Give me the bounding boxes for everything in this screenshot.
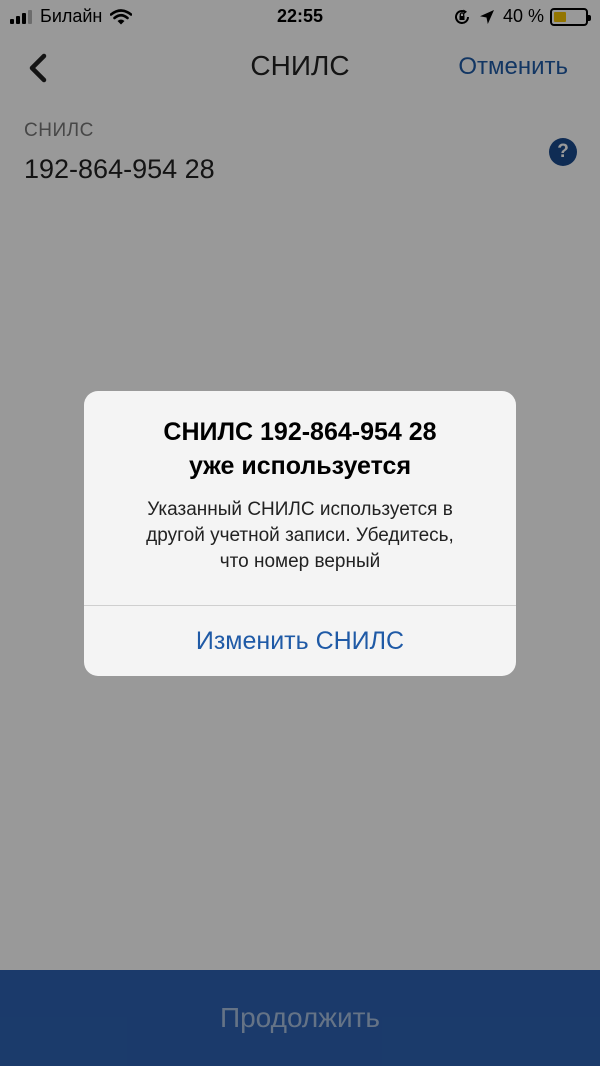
alert-message-line: другой учетной записи. Убедитесь, — [146, 525, 454, 546]
alert-message-line: что номер верный — [219, 551, 381, 572]
alert-title-line: уже используется — [188, 452, 412, 480]
alert-title-line: СНИЛС 192-864-954 28 — [163, 418, 437, 446]
alert-dialog: СНИЛС 192-864-954 28 уже используется Ук… — [84, 391, 516, 676]
alert-message: Указанный СНИЛС используется в другой уч… — [102, 497, 498, 575]
change-snils-button[interactable]: Изменить СНИЛС — [84, 606, 516, 676]
alert-title: СНИЛС 192-864-954 28 уже используется — [94, 415, 506, 483]
alert-message-line: Указанный СНИЛС используется в — [147, 499, 453, 520]
